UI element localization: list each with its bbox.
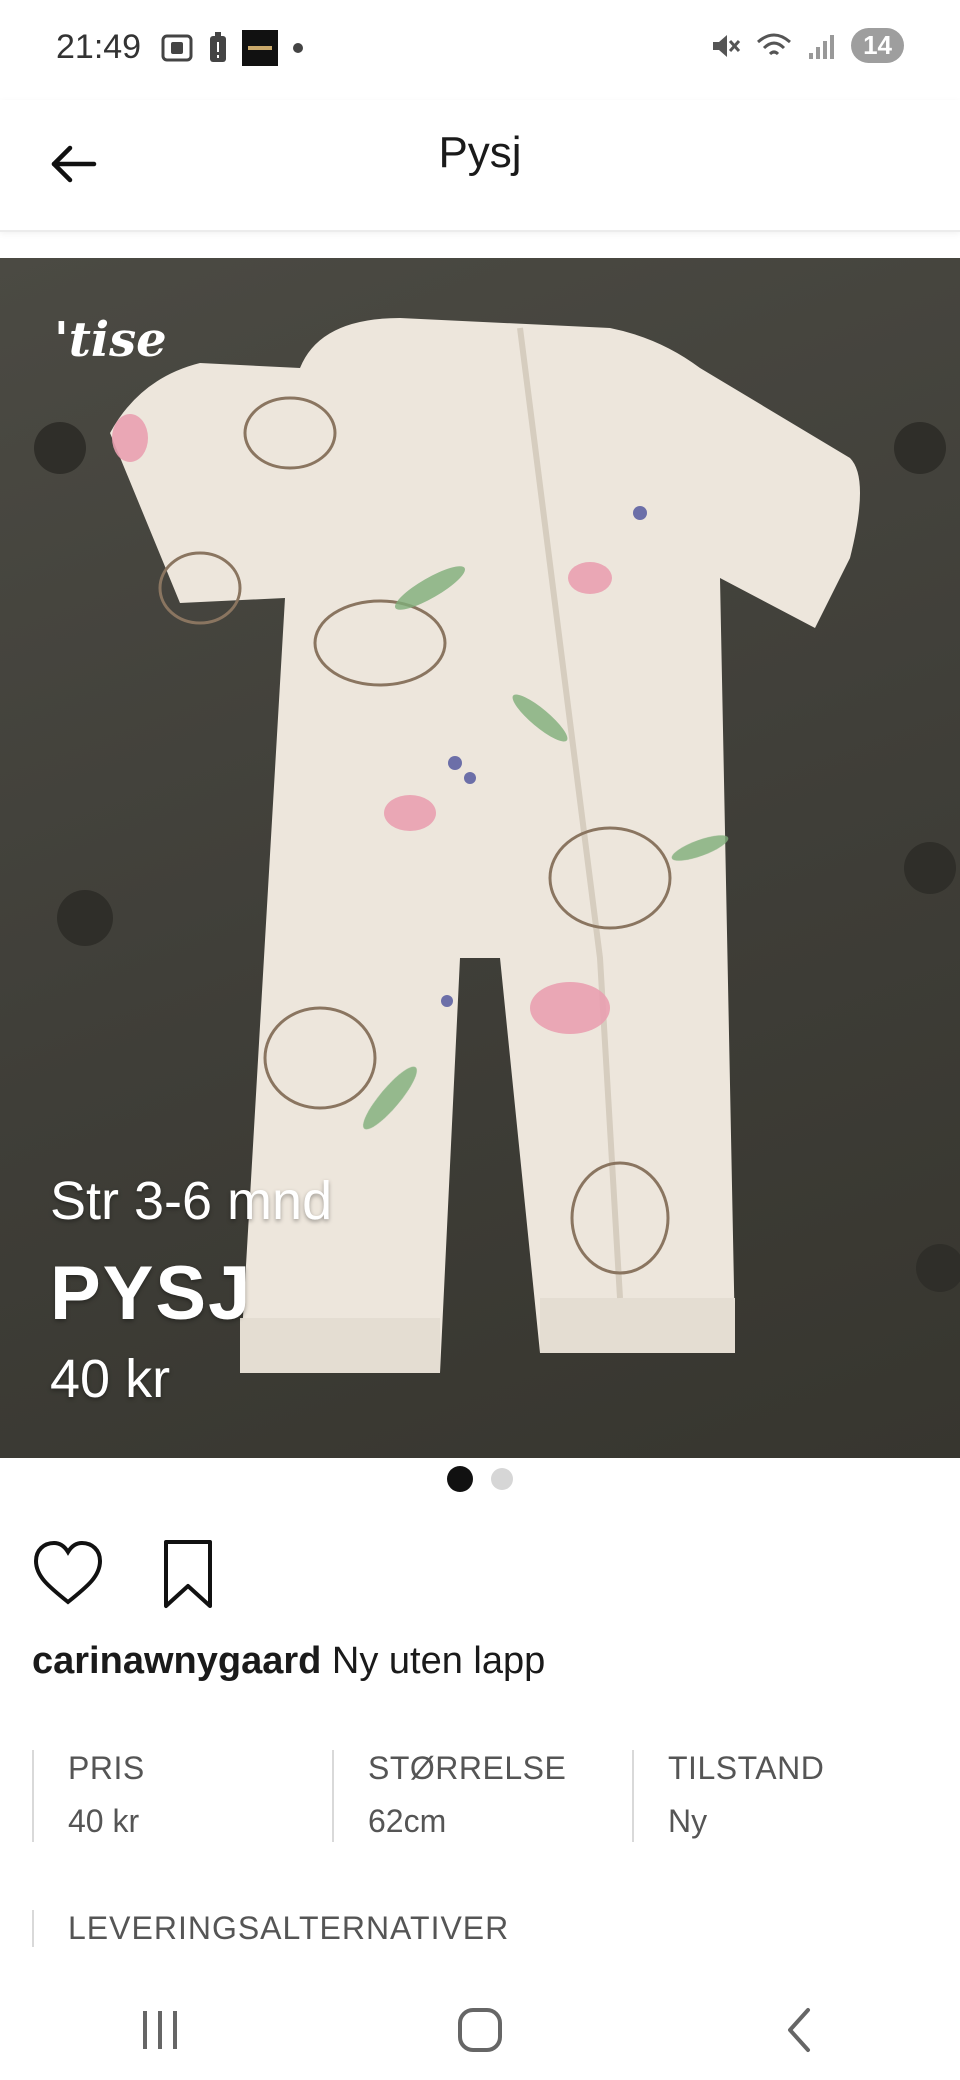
product-image[interactable]: 'tise Str 3-6 mnd PYSJ 40 kr	[0, 258, 960, 1458]
back-nav-button[interactable]	[760, 2000, 840, 2060]
attribute-label: STØRRELSE	[368, 1750, 567, 1786]
image-pagination	[0, 1466, 960, 1492]
overlay-price: 40 kr	[50, 1349, 171, 1409]
like-button[interactable]	[30, 1536, 106, 1612]
home-icon	[458, 2008, 502, 2052]
recents-button[interactable]	[120, 2000, 200, 2060]
status-bar: 21:49 14	[0, 0, 960, 100]
action-bar	[30, 1536, 226, 1612]
overlay-title: PYSJ	[50, 1251, 253, 1336]
tise-logo: 'tise	[54, 312, 167, 368]
attribute-value: 40 kr	[68, 1803, 140, 1839]
attribute-condition: TILSTAND Ny	[632, 1750, 932, 1842]
listing-caption: carinawnygaard Ny uten lapp	[32, 1640, 545, 1683]
system-nav-bar	[0, 1980, 960, 2080]
attribute-price: PRIS 40 kr	[32, 1750, 332, 1842]
attribute-label: PRIS	[68, 1750, 145, 1786]
app-header: Pysj	[0, 100, 960, 232]
page-title: Pysj	[438, 128, 522, 177]
attribute-label: TILSTAND	[668, 1750, 825, 1786]
notification-count-badge: 14	[851, 28, 904, 63]
home-button[interactable]	[440, 2000, 520, 2060]
chevron-left-icon	[788, 2008, 810, 2052]
heart-icon	[33, 1540, 103, 1605]
overlay-size: Str 3-6 mnd	[50, 1171, 333, 1231]
status-icons-right: 14	[709, 28, 904, 63]
mute-icon	[713, 34, 741, 57]
status-time: 21:49	[56, 28, 142, 66]
status-icons-left	[160, 30, 304, 66]
dot-icon	[293, 43, 303, 53]
delivery-options-heading[interactable]: LEVERINGSALTERNATIVER	[32, 1910, 509, 1947]
seller-username[interactable]: carinawnygaard	[32, 1640, 321, 1682]
bookmark-icon	[164, 1540, 212, 1608]
attribute-value: Ny	[668, 1803, 708, 1839]
listing-attributes: PRIS 40 kr STØRRELSE 62cm TILSTAND Ny	[32, 1750, 932, 1842]
signal-icon	[809, 34, 835, 59]
pagination-dot-2[interactable]	[491, 1468, 513, 1490]
caption-text: Ny uten lapp	[321, 1640, 546, 1682]
app-thumbnail-icon	[242, 30, 278, 66]
pagination-dot-1[interactable]	[447, 1466, 473, 1492]
attribute-size: STØRRELSE 62cm	[332, 1750, 632, 1842]
battery-alert-icon	[210, 32, 226, 62]
screenshot-icon	[161, 34, 193, 62]
recents-icon	[143, 2011, 177, 2049]
wifi-icon	[757, 33, 792, 55]
save-button[interactable]	[150, 1536, 226, 1612]
attribute-value: 62cm	[368, 1803, 447, 1839]
